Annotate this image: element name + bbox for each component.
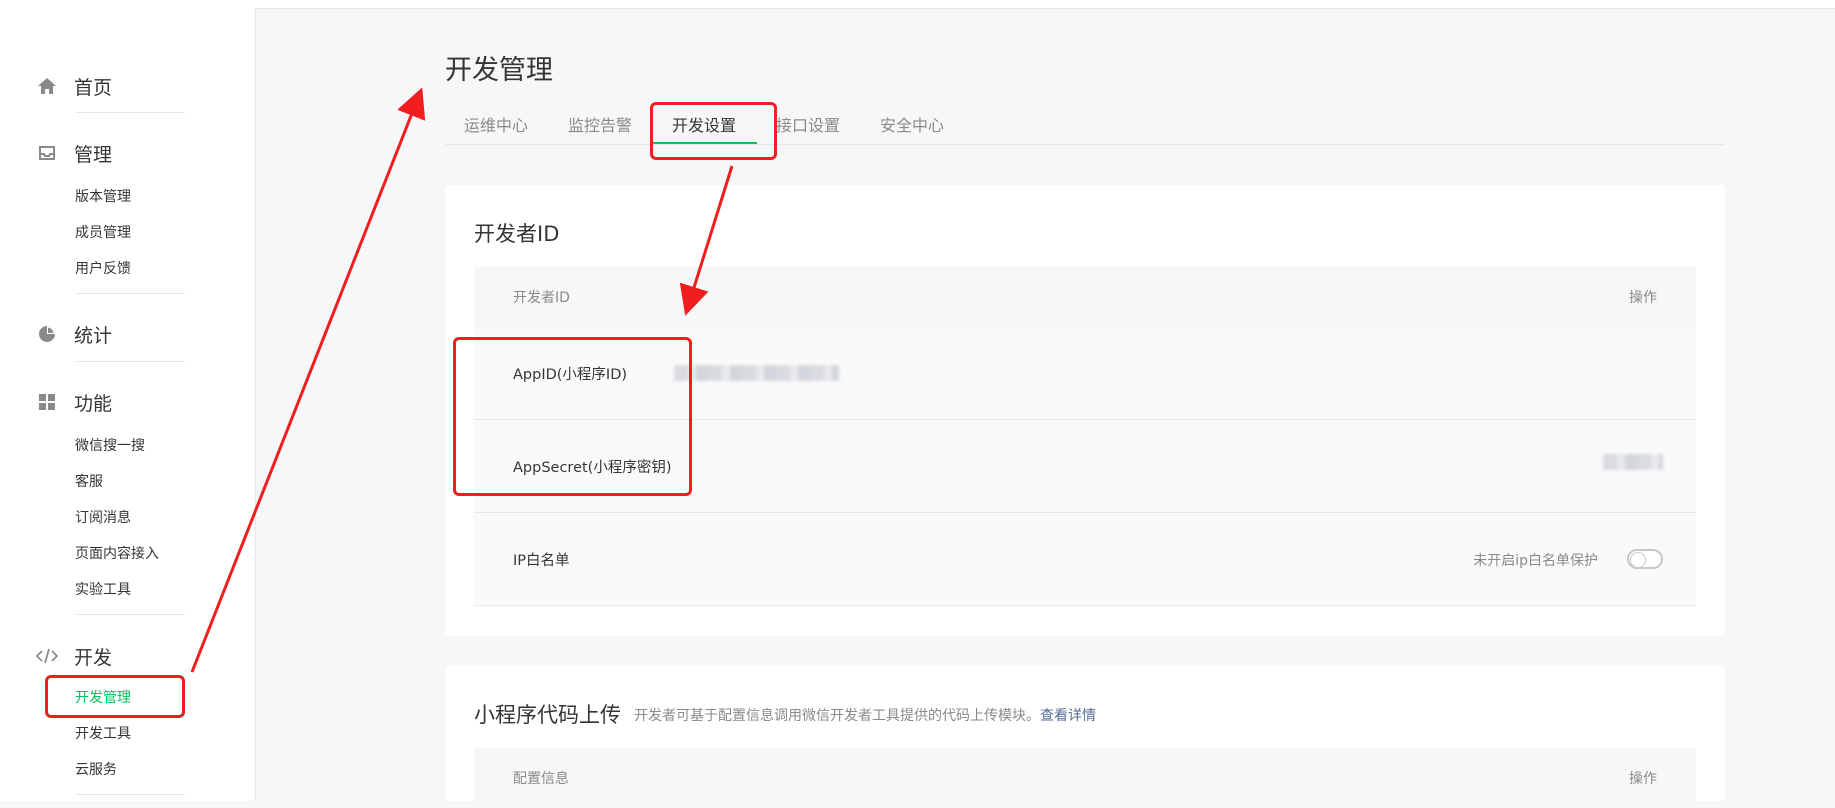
divider <box>75 112 185 113</box>
tab-security[interactable]: 安全中心 <box>880 112 944 136</box>
grid-icon <box>36 391 58 413</box>
table-header: 配置信息 操作 <box>474 748 1696 808</box>
divider <box>75 293 185 294</box>
annotation-box-ids <box>453 337 692 496</box>
tab-monitor[interactable]: 监控告警 <box>568 112 632 136</box>
sidebar-item-label: 开发 <box>74 646 113 669</box>
column-header: 操作 <box>1629 771 1657 787</box>
home-icon <box>36 75 58 97</box>
sidebar-item-label: 统计 <box>74 324 113 347</box>
card-title: 开发者ID <box>474 222 560 246</box>
card-title: 小程序代码上传 <box>474 703 621 727</box>
table-header: 开发者ID 操作 <box>474 267 1696 327</box>
sidebar-item-members[interactable]: 成员管理 <box>75 222 131 244</box>
column-header: 操作 <box>1629 290 1657 306</box>
sidebar-item-search[interactable]: 微信搜一搜 <box>75 435 145 457</box>
tab-bar: 运维中心 监控告警 开发设置 接口设置 安全中心 <box>445 106 1725 145</box>
divider <box>75 614 185 615</box>
upload-note: 开发者可基于配置信息调用微信开发者工具提供的代码上传模块。查看详情 <box>634 705 1096 725</box>
sidebar-item-lab[interactable]: 实验工具 <box>75 579 131 601</box>
ip-whitelist-label: IP白名单 <box>513 553 570 569</box>
sidebar-item-home[interactable]: 首页 <box>36 70 184 102</box>
view-details-link[interactable]: 查看详情 <box>1040 708 1096 724</box>
appid-value-redacted <box>674 365 839 381</box>
sidebar-item-page-content[interactable]: 页面内容接入 <box>75 543 159 565</box>
appsecret-action-redacted[interactable] <box>1603 454 1663 470</box>
tab-api-settings[interactable]: 接口设置 <box>776 112 840 136</box>
sidebar-item-subscribe[interactable]: 订阅消息 <box>75 507 131 529</box>
table-row: IP白名单 未开启ip白名单保护 <box>474 513 1696 606</box>
inbox-icon <box>36 142 58 164</box>
pie-chart-icon <box>36 323 58 345</box>
annotation-box-tab <box>650 102 777 160</box>
sidebar-item-label: 管理 <box>74 143 113 166</box>
code-icon <box>36 645 58 667</box>
sidebar-item-features[interactable]: 功能 <box>36 386 184 418</box>
sidebar-item-stats[interactable]: 统计 <box>36 318 184 350</box>
divider <box>75 361 185 362</box>
column-header: 配置信息 <box>513 771 569 787</box>
divider <box>75 794 185 795</box>
tab-ops[interactable]: 运维中心 <box>464 112 528 136</box>
annotation-box-sidebar <box>45 675 185 718</box>
sidebar-item-manage[interactable]: 管理 <box>36 137 184 169</box>
sidebar-item-label: 首页 <box>74 76 113 99</box>
sidebar-item-label: 功能 <box>74 392 113 415</box>
sidebar-item-develop[interactable]: 开发 <box>36 640 184 672</box>
code-upload-card: 小程序代码上传 开发者可基于配置信息调用微信开发者工具提供的代码上传模块。查看详… <box>445 666 1725 808</box>
sidebar-item-dev-tools[interactable]: 开发工具 <box>75 723 131 745</box>
sidebar-item-cloud[interactable]: 云服务 <box>75 759 117 781</box>
ip-whitelist-status: 未开启ip白名单保护 <box>1473 553 1598 569</box>
toggle-knob <box>1630 552 1646 568</box>
ip-whitelist-toggle[interactable] <box>1627 549 1663 569</box>
upload-note-text: 开发者可基于配置信息调用微信开发者工具提供的代码上传模块。 <box>634 708 1040 724</box>
sidebar-item-version[interactable]: 版本管理 <box>75 186 131 208</box>
page-title: 开发管理 <box>445 55 553 86</box>
sidebar-item-service[interactable]: 客服 <box>75 471 103 493</box>
column-header: 开发者ID <box>513 290 570 306</box>
sidebar-item-feedback[interactable]: 用户反馈 <box>75 258 131 280</box>
